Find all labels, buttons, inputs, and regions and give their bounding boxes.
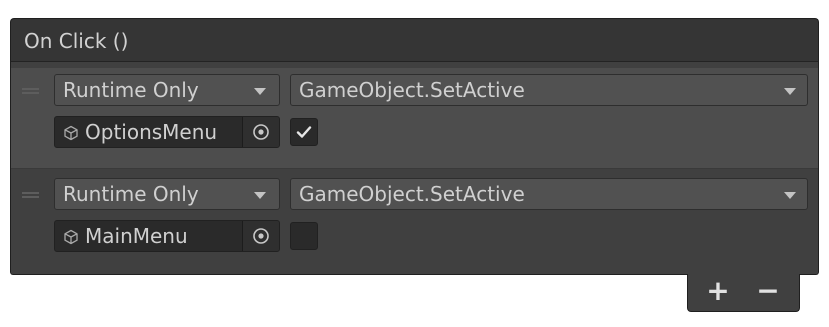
checkmark-icon — [296, 126, 312, 138]
listener-list: Runtime Only GameObject.SetActive Option… — [10, 62, 819, 275]
runtime-mode-dropdown[interactable]: Runtime Only — [54, 74, 280, 106]
object-picker-icon — [253, 228, 269, 244]
runtime-mode-label: Runtime Only — [63, 78, 199, 102]
object-picker-button[interactable] — [242, 221, 279, 251]
list-footer: + − — [687, 274, 800, 312]
function-dropdown[interactable]: GameObject.SetActive — [290, 178, 808, 210]
drag-handle-icon[interactable] — [22, 88, 39, 94]
chevron-down-icon — [254, 192, 266, 199]
function-dropdown[interactable]: GameObject.SetActive — [290, 74, 808, 106]
object-picker-icon — [253, 124, 269, 140]
target-object-name: MainMenu — [85, 224, 188, 248]
add-listener-button[interactable]: + — [698, 276, 738, 306]
setactive-toggle[interactable] — [290, 222, 318, 250]
event-title: On Click () — [24, 29, 129, 53]
object-picker-button[interactable] — [242, 117, 279, 147]
target-object-field[interactable]: MainMenu — [54, 220, 280, 252]
drag-handle-icon[interactable] — [22, 192, 39, 198]
chevron-down-icon — [254, 88, 266, 95]
gameobject-cube-icon — [64, 229, 78, 245]
chevron-down-icon — [784, 192, 796, 199]
unity-event-inspector: On Click () Runtime Only GameObject.SetA… — [10, 18, 821, 327]
listener-entry: Runtime Only GameObject.SetActive Option… — [11, 68, 818, 169]
event-header: On Click () — [10, 18, 819, 62]
target-object-field[interactable]: OptionsMenu — [54, 116, 280, 148]
runtime-mode-label: Runtime Only — [63, 182, 199, 206]
listener-entry: Runtime Only GameObject.SetActive MainMe… — [11, 174, 818, 272]
chevron-down-icon — [784, 88, 796, 95]
target-object-name: OptionsMenu — [85, 120, 218, 144]
function-label: GameObject.SetActive — [299, 78, 525, 102]
runtime-mode-dropdown[interactable]: Runtime Only — [54, 178, 280, 210]
gameobject-cube-icon — [64, 125, 78, 141]
remove-listener-button[interactable]: − — [748, 276, 788, 306]
function-label: GameObject.SetActive — [299, 182, 525, 206]
setactive-toggle[interactable] — [290, 118, 318, 146]
